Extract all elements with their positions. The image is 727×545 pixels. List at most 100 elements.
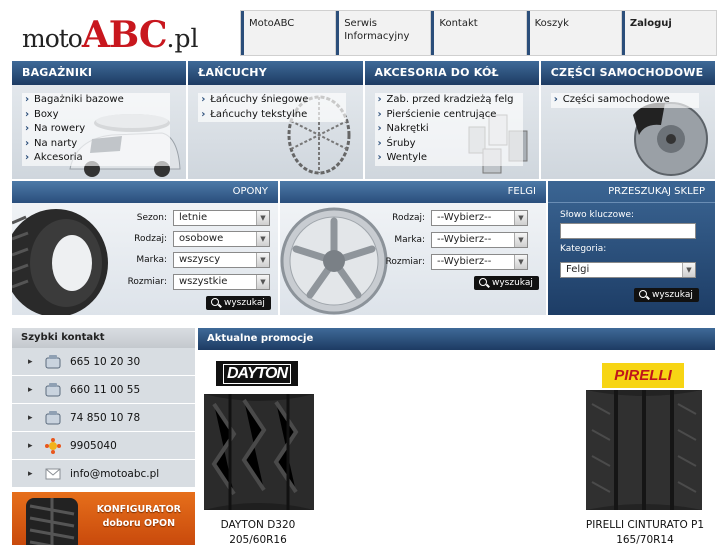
category-link[interactable]: Pierścienie centrujące (374, 107, 523, 122)
category-link[interactable]: Akcesoria (22, 151, 170, 166)
top-navigation: MotoABC Serwis Informacyjny Kontakt Kosz… (240, 10, 718, 56)
select-value: --Wybierz-- (437, 256, 492, 267)
field-row: Rozmiar: wszystkie ▼ (112, 274, 270, 290)
select-value: --Wybierz-- (437, 234, 492, 245)
field-row: Rozmiar: --Wybierz-- ▼ (370, 254, 528, 270)
magnifier-icon (211, 298, 219, 306)
contact-text: 660 11 00 55 (70, 383, 141, 396)
page: motoABC.pl MotoABC Serwis Informacyjny K… (0, 0, 727, 545)
product-title: PIRELLI CINTURATO P1 (585, 519, 705, 531)
category-title[interactable]: BAGAŻNIKI (12, 61, 187, 85)
category-list: Części samochodowe (550, 93, 699, 108)
category-select[interactable]: Felgi ▼ (560, 262, 696, 278)
category-panels: BAGAŻNIKI Bagażniki bazowe Boxy Na rower… (12, 61, 715, 179)
field-row: Rodzaj: osobowe ▼ (112, 231, 270, 247)
category-link[interactable]: Na narty (22, 136, 170, 151)
chevron-down-icon: ▼ (256, 253, 269, 267)
marka-label: Marka: (136, 255, 167, 265)
category-title[interactable]: AKCESORIA DO KÓŁ (364, 61, 539, 85)
nav-kontakt[interactable]: Kontakt (430, 10, 526, 56)
gadu-gadu-icon (44, 437, 62, 454)
tyre-configurator-banner[interactable]: KONFIGURATOR doboru OPON (12, 492, 195, 545)
marka-select[interactable]: wszyscy ▼ (173, 252, 270, 268)
select-value: Felgi (566, 264, 590, 275)
nav-zaloguj[interactable]: Zaloguj (620, 10, 718, 56)
bullet-icon: ▸ (28, 356, 33, 367)
field-row: Sezon: letnie ▼ (112, 210, 270, 226)
nav-motoabc[interactable]: MotoABC (240, 10, 336, 56)
chevron-down-icon: ▼ (514, 255, 527, 269)
contact-row[interactable]: ▸ 660 11 00 55 (12, 376, 195, 404)
category-link[interactable]: Nakrętki (374, 122, 523, 137)
rodzaj-select[interactable]: osobowe ▼ (173, 231, 270, 247)
brand-name: PIRELLI (614, 367, 672, 384)
category-link[interactable]: Zab. przed kradzieżą felg (374, 93, 523, 108)
product-title: DAYTON D320 (220, 519, 296, 531)
category-link[interactable]: Łańcuchy tekstylne (198, 107, 347, 122)
select-value: wszyscy (179, 254, 221, 265)
magnifier-icon (479, 278, 487, 286)
tyre-search-button[interactable]: wyszukaj (206, 296, 271, 310)
category-link[interactable]: Na rowery (22, 122, 170, 137)
category-title[interactable]: ŁAŃCUCHY (188, 61, 363, 85)
chevron-down-icon: ▼ (256, 232, 269, 246)
button-label: wyszukaj (652, 290, 693, 300)
dayton-tyre-image[interactable] (204, 394, 314, 510)
category-bagazniki: BAGAŻNIKI Bagażniki bazowe Boxy Na rower… (12, 61, 187, 179)
contact-row[interactable]: ▸ 665 10 20 30 (12, 348, 195, 376)
field-row: Marka: --Wybierz-- ▼ (370, 232, 528, 248)
logo-text-abc: ABC (81, 14, 168, 56)
contact-text: info@motoabc.pl (70, 467, 160, 480)
quick-contact: Szybki kontakt ▸ 665 10 20 30 ▸ 660 11 0… (12, 328, 195, 488)
category-link[interactable]: Wentyle (374, 151, 523, 166)
category-link[interactable]: Łańcuchy śniegowe (198, 93, 347, 108)
product-name[interactable]: PIRELLI CINTURATO P1 165/70R14 (580, 518, 710, 545)
rim-search-button[interactable]: wyszukaj (474, 276, 539, 290)
promotions-section: Aktualne promocje DAYTON DAYTON D320 205… (198, 328, 715, 545)
category-link[interactable]: Boxy (22, 107, 170, 122)
rim-search-panel: FELGI Rodzaj: --Wybierz-- ▼ Marka: --Wybi… (280, 181, 546, 315)
bullet-icon: ▸ (28, 468, 33, 479)
phone-icon (44, 410, 62, 426)
configurator-line2: doboru OPON (102, 518, 176, 529)
product-name[interactable]: DAYTON D320 205/60R16 (208, 518, 308, 545)
logo-text-moto: moto (22, 24, 83, 53)
pirelli-tyre-image[interactable] (586, 390, 702, 510)
shop-search-button[interactable]: wyszukaj (634, 288, 699, 302)
felgi-rodzaj-label: Rodzaj: (392, 213, 425, 223)
sezon-select[interactable]: letnie ▼ (173, 210, 270, 226)
quick-contact-title: Szybki kontakt (12, 328, 195, 348)
category-title[interactable]: CZĘŚCI SAMOCHODOWE (540, 61, 715, 85)
select-value: --Wybierz-- (437, 212, 492, 223)
tyre-tread-image (26, 498, 78, 545)
email-icon (44, 466, 62, 482)
felgi-rozmiar-label: Rozmiar: (385, 257, 425, 267)
category-link[interactable]: Bagażniki bazowe (22, 93, 170, 108)
site-logo[interactable]: motoABC.pl (22, 14, 199, 56)
product-size: 165/70R14 (616, 534, 674, 545)
contact-row[interactable]: ▸ 74 850 10 78 (12, 404, 195, 432)
category-link[interactable]: Śruby (374, 136, 523, 151)
select-value: letnie (179, 212, 208, 223)
keyword-input[interactable] (560, 223, 696, 239)
configurator-line1: KONFIGURATOR (96, 504, 181, 515)
chevron-down-icon: ▼ (682, 263, 695, 277)
felgi-rodzaj-select[interactable]: --Wybierz-- ▼ (431, 210, 528, 226)
category-link[interactable]: Części samochodowe (550, 93, 699, 108)
bullet-icon: ▸ (28, 384, 33, 395)
contact-row[interactable]: ▸ 9905040 (12, 432, 195, 460)
logo-text-domain: .pl (166, 24, 199, 53)
contact-row[interactable]: ▸ info@motoabc.pl (12, 460, 195, 488)
nav-koszyk[interactable]: Koszyk (525, 10, 621, 56)
felgi-marka-select[interactable]: --Wybierz-- ▼ (431, 232, 528, 248)
category-list: Łańcuchy śniegowe Łańcuchy tekstylne (198, 93, 347, 122)
felgi-marka-label: Marka: (394, 235, 425, 245)
keyword-label: Słowo kluczowe: (560, 210, 635, 220)
category-czesci: CZĘŚCI SAMOCHODOWE Części samochodowe (540, 61, 715, 179)
bullet-icon: ▸ (28, 412, 33, 423)
felgi-rozmiar-select[interactable]: --Wybierz-- ▼ (431, 254, 528, 270)
rozmiar-select[interactable]: wszystkie ▼ (173, 274, 270, 290)
select-value: wszystkie (179, 276, 228, 287)
nav-serwis-informacyjny[interactable]: Serwis Informacyjny (335, 10, 431, 56)
rodzaj-label: Rodzaj: (134, 234, 167, 244)
